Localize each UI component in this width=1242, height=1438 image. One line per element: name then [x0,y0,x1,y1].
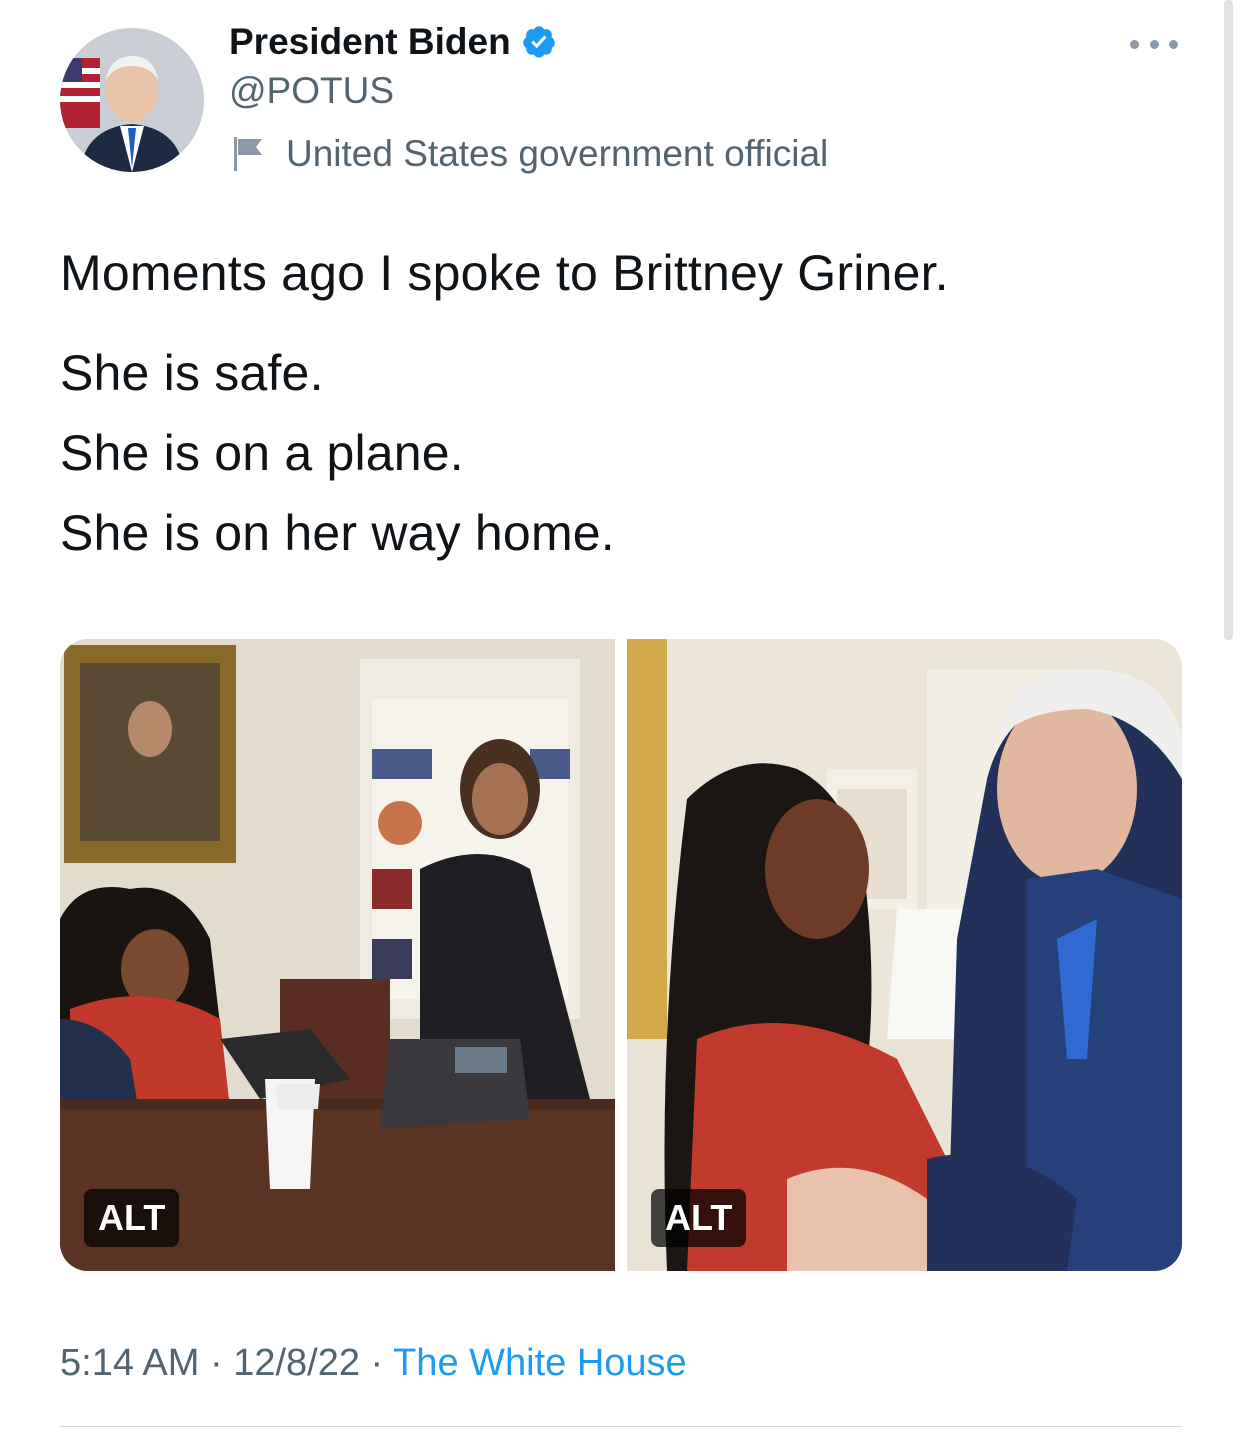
tweet-text-line-4: She is on her way home. [60,505,615,561]
separator: · [199,1342,234,1384]
more-options-icon[interactable] [1130,34,1178,54]
author-handle[interactable]: @POTUS [229,70,394,112]
scrollbar[interactable] [1224,0,1233,640]
media-photo-2[interactable]: ALT [627,639,1182,1271]
author-name-row[interactable]: President Biden [229,20,557,64]
tweet-text-line-3: She is on a plane. [60,425,464,481]
tweet-metadata: 5:14 AM · 12/8/22 · The White House [60,1342,687,1385]
media-photo-1[interactable]: ALT [60,639,615,1271]
flag-icon [234,137,262,171]
tweet-text-line-2: She is safe. [60,345,324,401]
divider [60,1426,1182,1427]
alt-badge[interactable]: ALT [84,1189,180,1247]
account-label: United States government official [232,133,828,175]
tweet-date[interactable]: 12/8/22 [233,1342,360,1384]
tweet-source[interactable]: The White House [393,1342,687,1384]
separator: · [360,1342,394,1384]
tweet-text-line-1: Moments ago I spoke to Brittney Griner. [60,245,949,301]
tweet-time[interactable]: 5:14 AM [60,1342,199,1384]
account-label-text: United States government official [286,133,829,174]
author-name[interactable]: President Biden [229,21,511,63]
verified-badge-icon [522,26,555,58]
alt-badge[interactable]: ALT [651,1189,747,1247]
avatar[interactable] [60,28,204,172]
